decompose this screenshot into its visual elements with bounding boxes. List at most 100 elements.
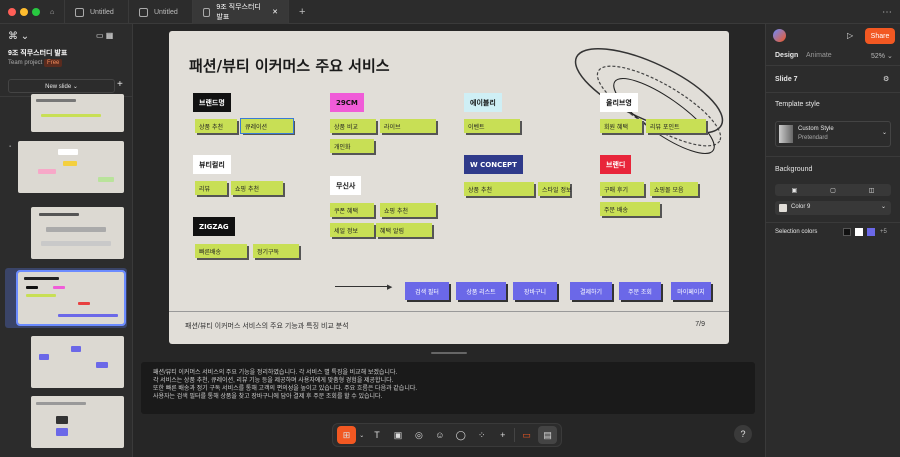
add-slide-icon[interactable]: + xyxy=(117,79,123,90)
feature-pill[interactable]: 정기구독 xyxy=(253,244,299,258)
slide-canvas[interactable]: 패션/뷰티 이커머스 주요 서비스 브랜드명 상품 추천 큐레이션 뷰티컬리 리… xyxy=(169,31,729,344)
slide-thumbnail-5[interactable] xyxy=(31,207,124,259)
feature-pill[interactable]: 혜택 알림 xyxy=(376,223,432,237)
feature-pill[interactable]: 라이브 xyxy=(380,119,436,133)
tab-animate[interactable]: Animate xyxy=(806,52,832,59)
background-color-select[interactable]: Color 9 ⌄ xyxy=(775,201,891,215)
header-label[interactable]: ZIGZAG xyxy=(193,217,235,236)
feature-pill[interactable]: 스타일 정보 xyxy=(538,182,572,196)
feature-pill[interactable]: 상품 추천 xyxy=(464,182,534,196)
maximize-window-icon[interactable] xyxy=(32,8,40,16)
play-icon[interactable]: ▷ xyxy=(847,31,853,40)
selection-swatch-black[interactable] xyxy=(843,228,851,236)
image-tool-icon[interactable]: ▣ xyxy=(388,426,407,444)
header-label[interactable]: 무신사 xyxy=(330,176,362,195)
feature-pill[interactable]: 리뷰 포인트 xyxy=(646,119,706,133)
home-tab[interactable]: ⌂ xyxy=(45,0,65,24)
new-slide-button[interactable]: New slide ⌄ xyxy=(8,79,115,93)
present-mode-icon[interactable]: ▭ xyxy=(517,426,536,444)
template-style-card[interactable]: Custom Style Pretendard ⌄ xyxy=(775,121,891,147)
slide-thumbnail-8[interactable] xyxy=(31,336,124,388)
slide-number-icons: ▪ xyxy=(9,144,12,150)
feature-pill[interactable]: 쿠폰 혜택 xyxy=(330,203,374,217)
tab-untitled-1[interactable]: Untitled xyxy=(65,0,129,24)
fill-icon[interactable]: ▣ xyxy=(791,187,797,194)
tab-label: 9조 직무스터디 발표 xyxy=(216,4,261,21)
slide-thumbnail-7[interactable] xyxy=(16,270,126,326)
text-tool-icon[interactable]: T xyxy=(368,426,387,444)
chevron-down-icon[interactable]: ⌄ xyxy=(358,426,366,444)
header-label[interactable]: 브랜드명 xyxy=(193,93,231,112)
tab-untitled-2[interactable]: Untitled xyxy=(129,0,193,24)
divider xyxy=(766,92,900,93)
header-label[interactable]: 뷰티컬리 xyxy=(193,155,231,174)
flow-step[interactable]: 상품 리스트 xyxy=(456,282,506,300)
main-menu-icon[interactable]: ⌘ ⌄ xyxy=(8,31,29,42)
tab-design[interactable]: Design xyxy=(775,52,798,59)
title-bar: ⌂ Untitled Untitled 9조 직무스터디 발표 ✕ + ⋯ xyxy=(0,0,900,24)
selection-swatch-white[interactable] xyxy=(855,228,863,236)
zoom-select[interactable]: 52% ⌄ xyxy=(871,52,893,60)
header-label[interactable]: W CONCEPT xyxy=(464,155,523,174)
header-label[interactable]: 브랜디 xyxy=(600,155,632,174)
image-icon[interactable]: ▢ xyxy=(830,187,836,194)
avatar[interactable] xyxy=(773,29,786,42)
tab-presentation[interactable]: 9조 직무스터디 발표 ✕ xyxy=(193,0,289,24)
more-colors[interactable]: +5 xyxy=(880,229,887,235)
add-tool-icon[interactable]: + xyxy=(493,426,512,444)
flow-step[interactable]: 결제하기 xyxy=(570,282,612,300)
frame-tool-icon[interactable]: ⊞ xyxy=(337,426,356,444)
header-label[interactable]: 에이블리 xyxy=(464,93,502,112)
feature-pill[interactable]: 이벤트 xyxy=(464,119,520,133)
layout-toggle-icons[interactable]: ▭ ▦ xyxy=(96,31,113,40)
close-tab-icon[interactable]: ✕ xyxy=(272,8,278,16)
slide-thumbnail-9[interactable] xyxy=(31,396,124,448)
flow-step[interactable]: 검색 필터 xyxy=(405,282,449,300)
settings-icon[interactable]: ⚙ xyxy=(883,75,889,83)
slides-icon xyxy=(203,7,211,17)
divider xyxy=(766,65,900,66)
help-icon[interactable]: ? xyxy=(734,425,752,443)
slide-thumbnail-4[interactable] xyxy=(18,141,124,193)
slide-title[interactable]: 패션/뷰티 이커머스 주요 서비스 xyxy=(189,55,390,76)
notes-line: 각 서비스는 상품 추천, 큐레이션, 리뷰 기능 등을 제공하며 사용자에게 … xyxy=(153,378,394,384)
feature-pill[interactable]: 상품 추천 xyxy=(195,119,237,133)
new-tab-button[interactable]: + xyxy=(289,0,315,24)
components-tool-icon[interactable]: ⁘ xyxy=(472,426,491,444)
flow-step[interactable]: 장바구니 xyxy=(513,282,557,300)
feature-pill[interactable]: 세일 정보 xyxy=(330,223,374,237)
feature-pill[interactable]: 회원 혜택 xyxy=(600,119,642,133)
flow-step[interactable]: 마이페이지 xyxy=(671,282,711,300)
project-name[interactable]: 9조 직무스터디 발표 xyxy=(8,48,67,58)
feature-pill[interactable]: 큐레이션 xyxy=(240,118,294,134)
feature-pill[interactable]: 빠른배송 xyxy=(195,244,247,258)
background-mode-toggle[interactable]: ▣ ▢ ◫ xyxy=(775,184,891,196)
feature-pill[interactable]: 주문 배송 xyxy=(600,202,660,216)
feature-pill[interactable]: 리뷰 xyxy=(195,181,227,195)
footer-page[interactable]: 7/9 xyxy=(695,321,705,331)
feature-pill[interactable]: 구매 후기 xyxy=(600,182,644,196)
slide-thumbnail-3[interactable] xyxy=(31,94,124,132)
selection-swatch-blue[interactable] xyxy=(867,228,875,236)
shapes-tool-icon[interactable]: ◎ xyxy=(409,426,428,444)
notes-resize-handle[interactable] xyxy=(431,352,467,354)
team-label: Team project xyxy=(8,60,43,66)
feature-pill[interactable]: 상품 비교 xyxy=(330,119,376,133)
minimize-window-icon[interactable] xyxy=(20,8,28,16)
header-label[interactable]: 올리브영 xyxy=(600,93,638,112)
header-label[interactable]: 29CM xyxy=(330,93,364,112)
more-icon[interactable]: ⋯ xyxy=(872,0,900,24)
share-button[interactable]: Share xyxy=(865,28,895,44)
speaker-notes[interactable]: 패션/뷰티 이커머스 서비스의 주요 기능을 정리하였습니다. 각 서비스 별 … xyxy=(141,362,755,414)
feature-pill[interactable]: 개인화 xyxy=(330,139,374,153)
feature-pill[interactable]: 쇼핑몰 모음 xyxy=(650,182,698,196)
footer-text[interactable]: 패션/뷰티 이커머스 서비스의 주요 기능과 특징 비교 분석 xyxy=(185,321,349,331)
feature-pill[interactable]: 쇼핑 추천 xyxy=(380,203,436,217)
dev-mode-icon[interactable]: ▤ xyxy=(538,426,558,444)
stamp-tool-icon[interactable]: ☺ xyxy=(430,426,449,444)
comment-tool-icon[interactable]: ◯ xyxy=(451,426,470,444)
gradient-icon[interactable]: ◫ xyxy=(869,187,875,194)
flow-step[interactable]: 주문 조회 xyxy=(619,282,661,300)
close-window-icon[interactable] xyxy=(8,8,16,16)
feature-pill[interactable]: 쇼핑 추천 xyxy=(231,181,283,195)
